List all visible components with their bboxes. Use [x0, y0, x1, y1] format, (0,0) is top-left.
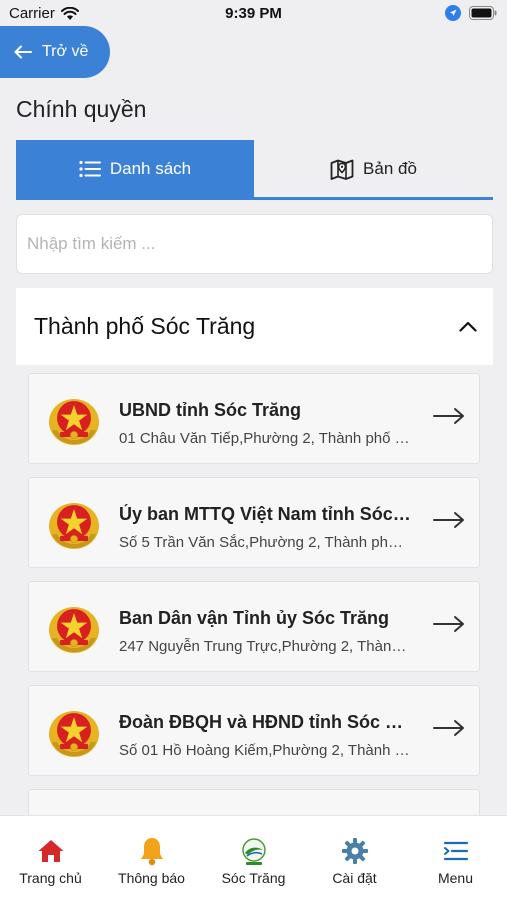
- arrow-right-icon[interactable]: [433, 511, 465, 529]
- arrow-right-icon[interactable]: [433, 719, 465, 737]
- national-emblem-icon: [47, 498, 101, 550]
- home-icon: [38, 840, 63, 862]
- national-emblem-icon: [47, 394, 101, 446]
- list-item[interactable]: Đoàn ĐBQH và HĐND tỉnh Sóc Trăng Số 01 H…: [28, 685, 480, 776]
- item-address: Số 5 Trần Văn Sắc,Phường 2, Thành phố Só…: [119, 534, 411, 551]
- tabbar-item-notifications[interactable]: Thông báo: [101, 816, 202, 900]
- tabbar-item-home[interactable]: Trang chủ: [0, 816, 101, 900]
- soc-trang-logo-icon: [241, 838, 266, 865]
- agency-list: UBND tỉnh Sóc Trăng 01 Châu Văn Tiếp,Phư…: [28, 373, 480, 815]
- tabbar-label: Trang chủ: [19, 870, 82, 886]
- item-title: Ủy ban MTTQ Việt Nam tỉnh Sóc Trăng: [119, 504, 411, 524]
- gear-icon: [341, 838, 368, 864]
- page-title: Chính quyền: [16, 96, 147, 122]
- tab-map[interactable]: Bản đồ: [254, 140, 493, 197]
- bottom-tab-bar: Trang chủ Thông báo Sóc Trăng Cài đặt Me…: [0, 815, 507, 900]
- tab-list-label: Danh sách: [109, 158, 192, 178]
- tabbar-item-soc-trang[interactable]: Sóc Trăng: [203, 816, 304, 900]
- tabbar-label: Sóc Trăng: [221, 870, 286, 886]
- search-input[interactable]: [16, 214, 493, 274]
- tabbar-label: Menu: [437, 870, 474, 886]
- item-address: 247 Nguyễn Trung Trực,Phường 2, Thành ph…: [119, 638, 411, 655]
- item-title: Đoàn ĐBQH và HĐND tỉnh Sóc Trăng: [119, 712, 411, 732]
- tabbar-item-menu[interactable]: Menu: [405, 816, 506, 900]
- status-bar: Carrier 9:39 PM: [0, 0, 507, 28]
- list-item[interactable]: Ban Dân vận Tỉnh ủy Sóc Trăng 247 Nguyễn…: [28, 581, 480, 672]
- chevron-up-icon[interactable]: [459, 321, 477, 332]
- back-label: Trở về: [42, 43, 89, 60]
- arrow-right-icon[interactable]: [433, 615, 465, 633]
- tabbar-label: Thông báo: [118, 870, 185, 886]
- status-time: 9:39 PM: [225, 5, 282, 22]
- tab-list[interactable]: Danh sách: [16, 140, 254, 197]
- back-button[interactable]: Trở về: [0, 26, 110, 78]
- national-emblem-icon: [47, 706, 101, 758]
- view-tabs: Danh sách Bản đồ: [16, 140, 493, 200]
- list-item[interactable]: UBND tỉnh Sóc Trăng 01 Châu Văn Tiếp,Phư…: [28, 373, 480, 464]
- battery-icon: [469, 6, 497, 20]
- list-item[interactable]: Ủy ban MTTQ Việt Nam tỉnh Sóc Trăng Số 5…: [28, 477, 480, 568]
- tabbar-label: Cài đặt: [332, 870, 377, 886]
- item-title: UBND tỉnh Sóc Trăng: [119, 400, 302, 420]
- back-arrow-icon: [14, 45, 32, 59]
- list-icon: [79, 160, 101, 177]
- item-address: 01 Châu Văn Tiếp,Phường 2, Thành phố Sóc…: [119, 430, 411, 447]
- location-icon: [445, 5, 461, 21]
- national-emblem-icon: [47, 602, 101, 654]
- item-address: Số 01 Hồ Hoàng Kiếm,Phường 2, Thành phố …: [119, 742, 411, 759]
- tabbar-item-settings[interactable]: Cài đặt: [304, 816, 405, 900]
- section-header[interactable]: Thành phố Sóc Trăng: [16, 288, 493, 365]
- item-title: Ban Dân vận Tỉnh ủy Sóc Trăng: [119, 608, 390, 628]
- section-title: Thành phố Sóc Trăng: [34, 313, 256, 339]
- arrow-right-icon[interactable]: [433, 407, 465, 425]
- map-icon: [330, 159, 354, 180]
- tab-map-label: Bản đồ: [363, 158, 417, 178]
- menu-icon: [443, 841, 468, 861]
- bell-icon: [140, 838, 163, 866]
- status-right: [445, 5, 497, 21]
- list-item[interactable]: [28, 789, 480, 815]
